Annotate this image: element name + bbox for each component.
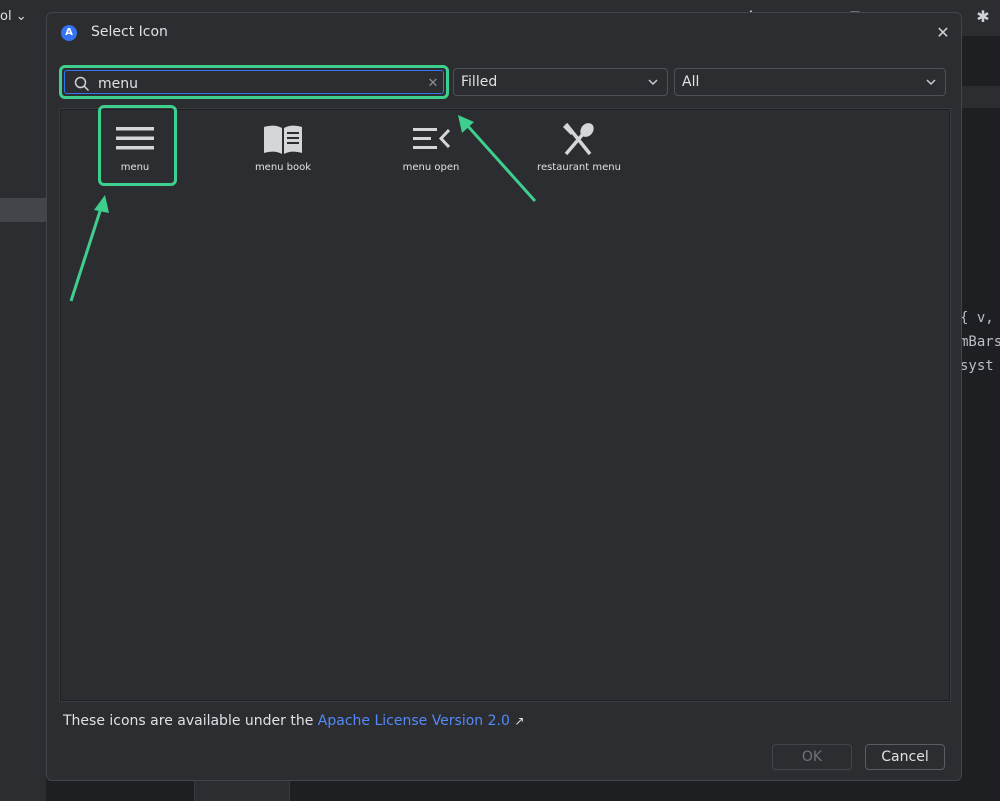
- android-studio-logo-icon: A: [61, 25, 77, 41]
- ide-bottom-panel: [194, 781, 290, 801]
- ok-button[interactable]: OK: [772, 744, 852, 770]
- icon-grid: menu menu book menu open restaurant menu: [59, 105, 951, 702]
- dialog-title: Select Icon: [91, 24, 168, 40]
- search-icon: [74, 76, 90, 92]
- ide-left-panel: [0, 36, 46, 801]
- menu-open-icon: [413, 128, 451, 149]
- search-field[interactable]: ✕: [59, 65, 449, 99]
- style-dropdown[interactable]: Filled: [453, 68, 668, 96]
- code-line: mBars: [960, 334, 1000, 350]
- search-focus-ring: ✕: [64, 70, 444, 94]
- category-dropdown-value: All: [682, 74, 700, 90]
- dialog-title-bar: A Select Icon ✕: [47, 13, 961, 53]
- project-selector[interactable]: ol ⌄: [0, 9, 27, 24]
- select-icon-dialog: A Select Icon ✕ ✕ Filled All menu: [46, 12, 962, 781]
- ide-editor-edge: [962, 36, 1000, 801]
- external-link-icon: ↗: [514, 714, 525, 728]
- icon-label: menu book: [254, 162, 312, 173]
- selected-tree-row[interactable]: [0, 198, 46, 222]
- selection-highlight: [98, 105, 177, 186]
- license-notice: These icons are available under the Apac…: [63, 713, 524, 729]
- style-dropdown-value: Filled: [461, 74, 498, 90]
- menu-book-icon: [264, 125, 302, 154]
- bug-icon[interactable]: ✱: [974, 8, 992, 26]
- clear-search-icon[interactable]: ✕: [425, 74, 441, 94]
- icon-cell-menu-open[interactable]: menu open: [357, 110, 505, 188]
- close-icon[interactable]: ✕: [933, 23, 953, 43]
- icon-cell-menu[interactable]: menu: [61, 105, 209, 188]
- license-prefix: These icons are available under the: [63, 713, 318, 729]
- icon-cell-menu-book[interactable]: menu book: [209, 110, 357, 188]
- chevron-down-icon: [648, 79, 658, 85]
- search-input[interactable]: [98, 74, 418, 94]
- code-line: { v,: [960, 310, 994, 326]
- chevron-down-icon: [926, 79, 936, 85]
- code-line: syst: [960, 358, 994, 374]
- editor-tab-strip: [962, 86, 1000, 108]
- icon-label: restaurant menu: [537, 162, 621, 173]
- cancel-button[interactable]: Cancel: [865, 744, 945, 770]
- license-link[interactable]: Apache License Version 2.0: [318, 713, 510, 729]
- icon-cell-restaurant-menu[interactable]: restaurant menu: [505, 110, 653, 188]
- category-dropdown[interactable]: All: [674, 68, 946, 96]
- restaurant-menu-icon: [562, 122, 594, 156]
- icon-label: menu open: [402, 162, 460, 173]
